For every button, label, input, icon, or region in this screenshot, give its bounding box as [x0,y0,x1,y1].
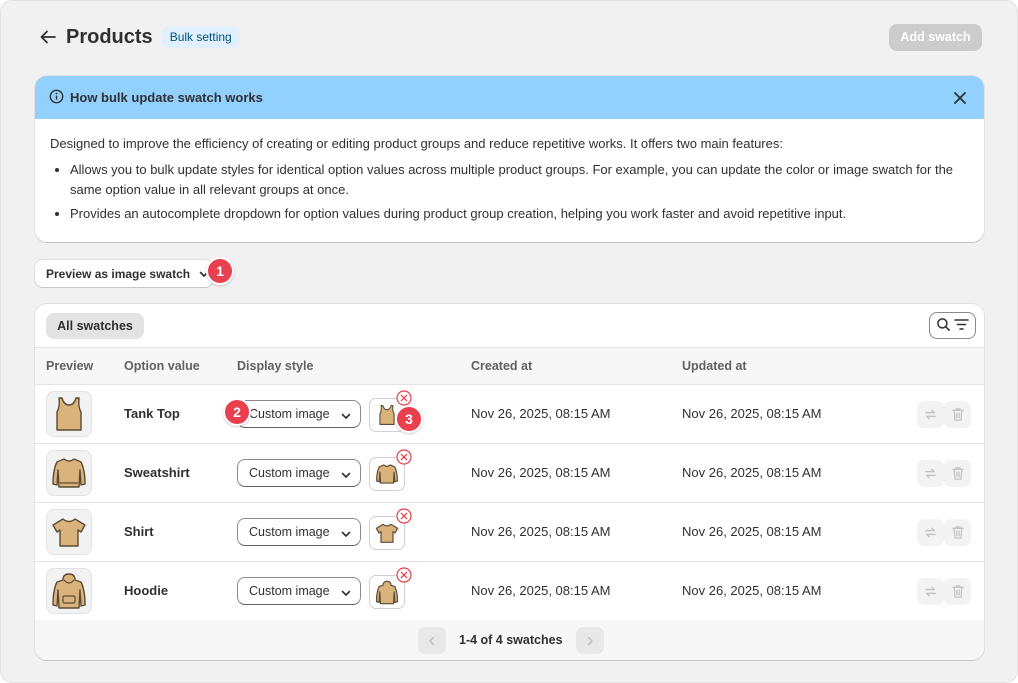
tank-top-icon [46,391,92,437]
table-row: Tank Top Custom image Nov 26, 2025, 08:1… [35,385,984,444]
banner-title: How bulk update swatch works [70,90,263,105]
trash-icon[interactable] [944,401,971,428]
step-marker-3: 3 [395,405,423,433]
search-icon [936,317,951,335]
swatches-card: All swatches Preview Option value Displa… [35,304,984,660]
display-style-value: Custom image [249,525,330,539]
col-updated-at: Updated at [682,359,747,373]
preview-mode-select[interactable]: Preview as image swatch [35,260,213,287]
filter-icon [954,318,969,334]
card-toolbar: All swatches [35,304,984,347]
close-icon[interactable] [950,88,970,108]
display-style-select[interactable]: Custom image [237,459,361,487]
page-title: Products [66,25,153,48]
sync-icon[interactable] [917,460,944,487]
search-filter-button[interactable] [929,312,976,339]
pagination-label: 1-4 of 4 swatches [459,633,563,647]
tab-all-swatches[interactable]: All swatches [46,313,144,339]
bulk-setting-badge: Bulk setting [161,26,240,48]
banner-bullets: Allows you to bulk update styles for ide… [50,160,968,224]
page-header: Products Bulk setting Add swatch [37,23,982,51]
col-option-value: Option value [124,359,200,373]
option-value: Hoodie [124,583,169,598]
updated-at: Nov 26, 2025, 08:15 AM [682,406,822,421]
back-arrow-icon[interactable] [37,26,59,48]
option-value: Tank Top [124,406,180,421]
preview-mode-label: Preview as image swatch [46,266,191,281]
sync-icon[interactable] [917,578,944,605]
display-style-value: Custom image [249,407,330,421]
updated-at: Nov 26, 2025, 08:15 AM [682,524,822,539]
display-style-select[interactable]: Custom image [237,400,361,428]
created-at: Nov 26, 2025, 08:15 AM [471,406,611,421]
info-banner: How bulk update swatch works Designed to… [35,76,984,242]
banner-bullet: Provides an autocomplete dropdown for op… [70,204,968,224]
chevron-down-icon [341,469,351,483]
remove-image-icon[interactable] [396,508,412,524]
banner-header: How bulk update swatch works [35,76,984,119]
chevron-right-icon[interactable] [576,627,604,654]
table-row: Shirt Custom image Nov 26, 2025, 08:15 A… [35,503,984,562]
step-marker-2: 2 [223,398,251,426]
hoodie-icon [46,568,92,614]
chevron-down-icon [341,587,351,601]
chevron-left-icon[interactable] [418,627,446,654]
remove-image-icon[interactable] [396,449,412,465]
option-value: Shirt [124,524,154,539]
chevron-down-icon [341,528,351,542]
add-swatch-button[interactable]: Add swatch [889,23,982,51]
shirt-icon [46,509,92,555]
display-style-value: Custom image [249,466,330,480]
banner-intro: Designed to improve the efficiency of cr… [50,136,783,151]
updated-at: Nov 26, 2025, 08:15 AM [682,465,822,480]
trash-icon[interactable] [944,460,971,487]
col-display-style: Display style [237,359,314,373]
step-marker-1: 1 [206,257,234,285]
created-at: Nov 26, 2025, 08:15 AM [471,583,611,598]
trash-icon[interactable] [944,519,971,546]
display-style-value: Custom image [249,584,330,598]
banner-bullet: Allows you to bulk update styles for ide… [70,160,968,200]
table-header: Preview Option value Display style Creat… [35,347,984,385]
pagination: 1-4 of 4 swatches [35,620,984,660]
table-row: Hoodie Custom image Nov 26, 2025, 08:15 … [35,562,984,621]
info-icon [49,89,64,107]
chevron-down-icon [341,410,351,424]
option-value: Sweatshirt [124,465,190,480]
table-row: Sweatshirt Custom image Nov 26, 2025, 08… [35,444,984,503]
display-style-select[interactable]: Custom image [237,577,361,605]
banner-body: Designed to improve the efficiency of cr… [35,119,984,224]
created-at: Nov 26, 2025, 08:15 AM [471,465,611,480]
updated-at: Nov 26, 2025, 08:15 AM [682,583,822,598]
remove-image-icon[interactable] [396,567,412,583]
created-at: Nov 26, 2025, 08:15 AM [471,524,611,539]
sweatshirt-icon [46,450,92,496]
col-preview: Preview [46,359,94,373]
sync-icon[interactable] [917,401,944,428]
sync-icon[interactable] [917,519,944,546]
trash-icon[interactable] [944,578,971,605]
col-created-at: Created at [471,359,533,373]
display-style-select[interactable]: Custom image [237,518,361,546]
remove-image-icon[interactable] [396,390,412,406]
app-frame: Products Bulk setting Add swatch How bul… [0,0,1018,683]
